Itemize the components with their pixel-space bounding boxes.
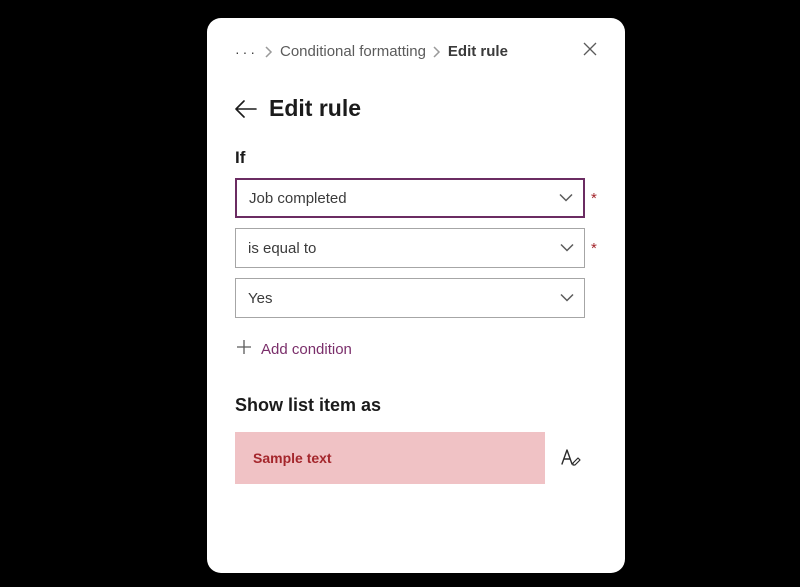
operator-value: is equal to: [248, 240, 316, 257]
edit-style-button[interactable]: [559, 447, 581, 469]
value-dropdown[interactable]: Yes: [235, 278, 585, 318]
value-row: Yes: [235, 278, 607, 318]
required-indicator: *: [591, 240, 601, 257]
field-row: Job completed *: [235, 178, 607, 218]
preview-row: Sample text: [235, 432, 603, 484]
field-dropdown[interactable]: Job completed: [235, 178, 585, 218]
page-title: Edit rule: [269, 95, 361, 122]
add-condition-label: Add condition: [261, 341, 352, 358]
close-icon: [583, 42, 597, 56]
preview-section: Show list item as Sample text: [207, 359, 625, 484]
operator-row: is equal to *: [235, 228, 607, 268]
arrow-left-icon: [235, 100, 257, 118]
chevron-right-icon: [432, 43, 442, 61]
preview-label: Show list item as: [235, 395, 603, 416]
chevron-down-icon: [560, 240, 574, 257]
operator-dropdown[interactable]: is equal to: [235, 228, 585, 268]
if-label: If: [235, 148, 607, 168]
chevron-right-icon: [264, 43, 274, 61]
sample-swatch: Sample text: [235, 432, 545, 484]
add-condition-button[interactable]: Add condition: [235, 328, 607, 359]
breadcrumb-current: Edit rule: [448, 43, 508, 60]
plus-icon: [237, 340, 251, 359]
back-button[interactable]: [235, 100, 257, 118]
title-row: Edit rule: [207, 73, 625, 144]
chevron-down-icon: [559, 190, 573, 207]
breadcrumb-parent[interactable]: Conditional formatting: [280, 43, 426, 60]
condition-section: If Job completed * is equal to * Yes: [207, 144, 625, 359]
value-text: Yes: [248, 290, 272, 307]
font-edit-icon: [559, 447, 581, 469]
edit-rule-panel: ··· Conditional formatting Edit rule Edi…: [207, 18, 625, 573]
breadcrumb-overflow[interactable]: ···: [235, 44, 258, 60]
required-indicator: *: [591, 190, 601, 207]
field-value: Job completed: [249, 190, 347, 207]
close-button[interactable]: [577, 40, 603, 63]
chevron-down-icon: [560, 290, 574, 307]
sample-text: Sample text: [253, 450, 332, 466]
breadcrumb: ··· Conditional formatting Edit rule: [207, 18, 625, 73]
